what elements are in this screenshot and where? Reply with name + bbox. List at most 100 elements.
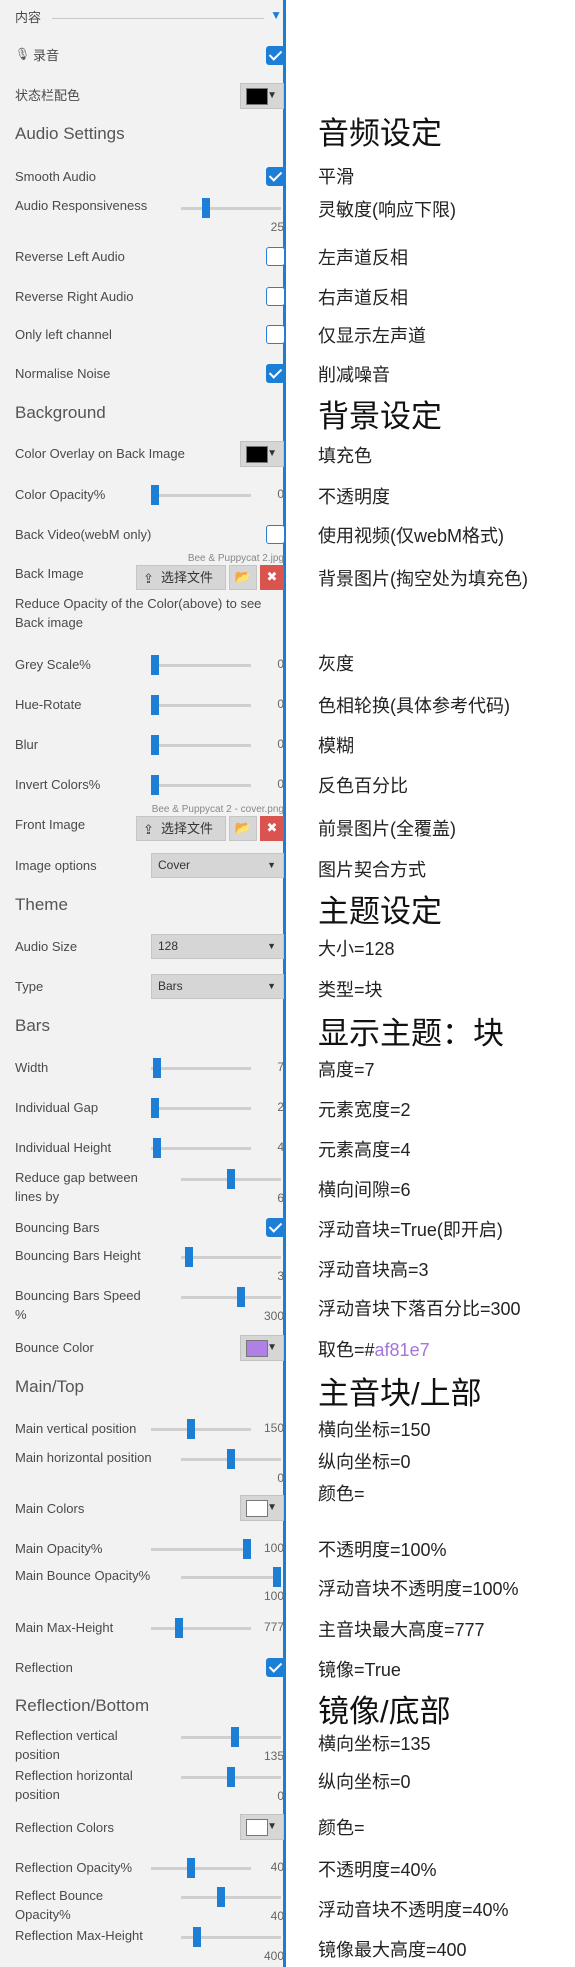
refl-max-height-slider[interactable] <box>181 1927 281 1947</box>
slider-thumb[interactable] <box>227 1169 235 1189</box>
refl-bounce-opacity-label: Reflect Bounce Opacity% <box>15 1888 104 1922</box>
statusbar-color-label: 状态栏配色 <box>15 88 81 103</box>
slider-track <box>181 1576 281 1579</box>
front-image-remove-button[interactable]: ✖ <box>260 816 284 841</box>
note-main-horizontal: 纵向坐标=0 <box>318 1452 411 1472</box>
gap-slider[interactable] <box>151 1098 251 1118</box>
blur-slider[interactable] <box>151 735 251 755</box>
normalise-checkbox[interactable] <box>266 364 285 383</box>
type-select[interactable]: Bars ▼ <box>151 974 284 999</box>
main-opacity-slider[interactable] <box>151 1539 251 1559</box>
slider-thumb[interactable] <box>237 1287 245 1307</box>
slider-thumb[interactable] <box>151 1098 159 1118</box>
main-vertical-label: Main vertical position <box>15 1421 137 1436</box>
refl-vertical-slider[interactable] <box>181 1727 281 1747</box>
note-type: 类型=块 <box>318 980 383 1000</box>
slider-thumb[interactable] <box>243 1539 251 1559</box>
audio-responsiveness-slider[interactable] <box>181 198 281 218</box>
back-video-checkbox[interactable] <box>266 525 285 544</box>
slider-thumb[interactable] <box>153 1138 161 1158</box>
main-bounce-opacity-slider[interactable] <box>181 1567 281 1587</box>
front-image-filename: Bee & Puppycat 2 - cover.png <box>151 804 284 815</box>
main-max-height-slider[interactable] <box>151 1618 251 1638</box>
slider-thumb[interactable] <box>151 695 159 715</box>
width-slider[interactable] <box>151 1058 251 1078</box>
note-reduce-gap: 横向间隙=6 <box>318 1180 411 1200</box>
smooth-audio-checkbox[interactable] <box>266 167 285 186</box>
main-horizontal-label: Main horizontal position <box>15 1450 152 1465</box>
main-vertical-slider[interactable] <box>151 1419 251 1439</box>
main-horizontal-slider[interactable] <box>181 1449 281 1469</box>
hue-rotate-slider[interactable] <box>151 695 251 715</box>
note-only-left: 仅显示左声道 <box>318 326 426 346</box>
slider-thumb[interactable] <box>151 735 159 755</box>
color-opacity-slider[interactable] <box>151 485 251 505</box>
image-options-label: Image options <box>15 858 97 873</box>
bounce-color-row: Bounce Color ▼ <box>0 1334 286 1362</box>
refl-opacity-label: Reflection Opacity% <box>15 1860 133 1875</box>
dropdown-arrow-icon: ▼ <box>267 1342 277 1353</box>
refl-colors-picker[interactable]: ▼ <box>240 1814 284 1840</box>
slider-thumb[interactable] <box>202 198 210 218</box>
bouncing-checkbox[interactable] <box>266 1218 285 1237</box>
microphone-icon: 🎙 <box>15 47 31 61</box>
bouncing-speed-slider[interactable] <box>181 1287 281 1307</box>
slider-thumb[interactable] <box>185 1247 193 1267</box>
slider-thumb[interactable] <box>151 485 159 505</box>
content-header[interactable]: 内容 ▼ <box>0 6 286 30</box>
reverse-left-checkbox[interactable] <box>266 247 285 266</box>
record-checkbox[interactable] <box>266 46 285 65</box>
chevron-down-icon[interactable]: ▼ <box>270 8 282 22</box>
slider-thumb[interactable] <box>227 1767 235 1787</box>
main-colors-picker[interactable]: ▼ <box>240 1495 284 1521</box>
front-image-row: Bee & Puppycat 2 - cover.png Front Image… <box>0 804 286 844</box>
image-options-select[interactable]: Cover ▼ <box>151 853 284 878</box>
slider-thumb[interactable] <box>193 1927 201 1947</box>
bouncing-height-slider[interactable] <box>181 1247 281 1267</box>
slider-thumb[interactable] <box>153 1058 161 1078</box>
reverse-left-row: Reverse Left Audio <box>0 245 286 269</box>
statusbar-color-row: 状态栏配色 ▼ <box>0 82 286 110</box>
type-row: Type Bars ▼ <box>0 972 286 1000</box>
note-main-max-height: 主音块最大高度=777 <box>318 1620 485 1640</box>
slider-thumb[interactable] <box>151 775 159 795</box>
dropdown-arrow-icon: ▼ <box>267 860 276 870</box>
note-smooth: 平滑 <box>318 167 354 187</box>
slider-track <box>151 1627 251 1630</box>
back-image-remove-button[interactable]: ✖ <box>260 565 284 590</box>
reflection-checkbox[interactable] <box>266 1658 285 1677</box>
refl-horizontal-slider[interactable] <box>181 1767 281 1787</box>
blur-label: Blur <box>15 737 39 752</box>
grey-scale-slider[interactable] <box>151 655 251 675</box>
slider-thumb[interactable] <box>151 655 159 675</box>
audio-size-select[interactable]: 128 ▼ <box>151 934 284 959</box>
reduce-gap-slider[interactable] <box>181 1169 281 1189</box>
statusbar-color-picker[interactable]: ▼ <box>240 83 284 109</box>
refl-opacity-slider[interactable] <box>151 1858 251 1878</box>
refl-vertical-label: Reflection vertical position <box>15 1728 118 1762</box>
back-image-folder-button[interactable]: 📂 <box>229 565 257 590</box>
slider-thumb[interactable] <box>227 1449 235 1469</box>
height-slider[interactable] <box>151 1138 251 1158</box>
refl-opacity-value: 40 <box>270 1860 284 1874</box>
slider-thumb[interactable] <box>187 1858 195 1878</box>
bounce-color-picker[interactable]: ▼ <box>240 1335 284 1361</box>
slider-thumb[interactable] <box>273 1567 281 1587</box>
slider-thumb[interactable] <box>231 1727 239 1747</box>
only-left-checkbox[interactable] <box>266 325 285 344</box>
reverse-right-checkbox[interactable] <box>266 287 285 306</box>
slider-thumb[interactable] <box>175 1618 183 1638</box>
slider-thumb[interactable] <box>187 1419 195 1439</box>
front-image-choose-button[interactable]: ⇪ 选择文件 <box>136 816 226 841</box>
overlay-color-picker[interactable]: ▼ <box>240 441 284 467</box>
slider-thumb[interactable] <box>217 1887 225 1907</box>
reduce-gap-label: Reduce gap between lines by <box>15 1170 138 1204</box>
back-image-choose-button[interactable]: ⇪ 选择文件 <box>136 565 226 590</box>
reduce-opacity-note-row: Reduce Opacity of the Color(above) to se… <box>0 594 286 634</box>
front-image-folder-button[interactable]: 📂 <box>229 816 257 841</box>
invert-slider[interactable] <box>151 775 251 795</box>
grey-scale-label: Grey Scale% <box>15 657 91 672</box>
reduce-opacity-note: Reduce Opacity of the Color(above) to se… <box>15 596 262 630</box>
refl-bounce-opacity-slider[interactable] <box>181 1887 281 1907</box>
dropdown-arrow-icon: ▼ <box>267 90 277 101</box>
